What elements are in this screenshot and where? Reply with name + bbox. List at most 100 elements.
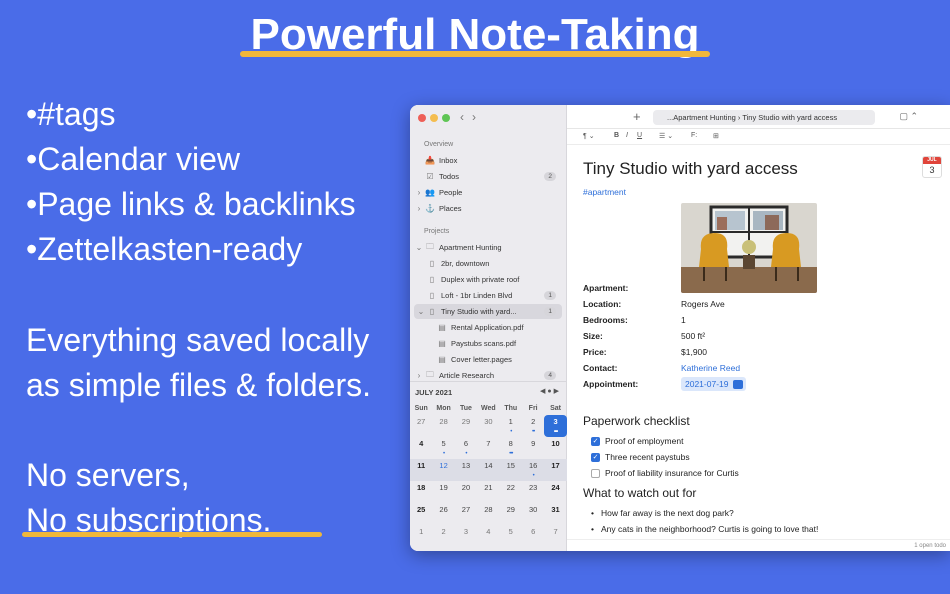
calendar-day[interactable]: 13 (454, 459, 478, 481)
calendar-day[interactable]: 2 •• (522, 415, 544, 437)
calendar-day[interactable]: 21 (477, 481, 499, 503)
checkbox-unchecked-icon[interactable] (591, 468, 600, 478)
field-value[interactable]: 500 ft² (681, 331, 705, 341)
sidebar-item-label: Paystubs scans.pdf (451, 339, 517, 348)
calendar-day[interactable]: 4 (410, 437, 432, 459)
calendar-day[interactable]: 7 (544, 525, 566, 547)
calendar-day[interactable]: 19 (432, 481, 454, 503)
checklist-item[interactable]: ✓ Three recent paystubs (591, 452, 690, 462)
appointment-date-chip[interactable]: 2021-07-19 (681, 377, 747, 391)
list-item-text: Any cats in the neighborhood? Curtis is … (601, 524, 819, 534)
list-item[interactable]: • Any cats in the neighborhood? Curtis is… (591, 524, 818, 534)
paragraph-style-button[interactable]: ¶ ⌄ (583, 132, 595, 140)
checkbox-checked-icon[interactable]: ✓ (591, 436, 600, 446)
checkbox-checked-icon[interactable]: ✓ (591, 452, 600, 462)
sidebar-item-label: Loft - 1br Linden Blvd (441, 291, 513, 300)
checklist-item[interactable]: ✓ Proof of employment (591, 436, 683, 446)
calendar-day[interactable]: 27 (410, 415, 432, 437)
table-button[interactable]: ⊞ (713, 132, 719, 140)
calendar-day[interactable]: 2 (432, 525, 454, 547)
calendar-day[interactable]: 28 (477, 503, 499, 525)
back-arrow-icon[interactable]: ‹ (460, 110, 472, 124)
sidebar-item-places[interactable]: › ⚓ Places (414, 201, 562, 216)
calendar-day[interactable]: 12 (432, 459, 455, 481)
sidebar-item-apartment-hunting[interactable]: ⌄ 🗀 Apartment Hunting (414, 240, 562, 255)
sidebar-item-todos[interactable]: ☑ Todos 2 (414, 169, 562, 184)
calendar-day[interactable]: 7 (477, 437, 499, 459)
sidebar-item-people[interactable]: › 👥 People (414, 185, 562, 200)
zoom-window-button[interactable] (442, 114, 450, 122)
calendar-day[interactable]: 18 (410, 481, 432, 503)
calendar-day[interactable]: 14 (477, 459, 500, 481)
calendar-day[interactable]: 20 (455, 481, 477, 503)
calendar-day[interactable]: 6 • (455, 437, 477, 459)
document-menu-icon[interactable]: ▢ ⌃ (899, 111, 918, 122)
calendar-day[interactable]: 23 (522, 481, 544, 503)
field-value[interactable]: 1 (681, 315, 686, 325)
sidebar-item-label: Rental Application.pdf (451, 323, 524, 332)
calendar-day[interactable]: 1 • (500, 415, 522, 437)
calendar-day[interactable]: 27 (455, 503, 477, 525)
bold-button[interactable]: B (614, 132, 619, 139)
calendar-day[interactable]: 16 • (521, 459, 545, 481)
minimize-window-button[interactable] (430, 114, 438, 122)
calendar-day[interactable]: 22 (500, 481, 522, 503)
sidebar-item-2br[interactable]: ▯ 2br, downtown (414, 256, 562, 271)
sidebar-item-loft[interactable]: ▯ Loft - 1br Linden Blvd 1 (414, 288, 562, 303)
calendar-day[interactable]: 4 (477, 525, 499, 547)
chevron-right-icon[interactable]: › (414, 204, 424, 213)
calendar-day[interactable]: 5 (500, 525, 522, 547)
breadcrumb[interactable]: ...Apartment Hunting › Tiny Studio with … (653, 110, 875, 125)
chevron-right-icon[interactable]: › (414, 188, 424, 197)
sidebar-item-inbox[interactable]: 📥 Inbox (414, 153, 562, 168)
forward-arrow-icon[interactable]: › (472, 110, 484, 124)
underline-button[interactable]: U (637, 132, 642, 139)
checklist-item[interactable]: Proof of liability insurance for Curtis (591, 468, 739, 478)
field-value[interactable]: Rogers Ave (681, 299, 725, 309)
calendar-day[interactable]: 29 (500, 503, 522, 525)
chevron-down-icon[interactable]: ⌄ (416, 307, 426, 316)
calendar-day[interactable]: 15 (499, 459, 522, 481)
close-window-button[interactable] (418, 114, 426, 122)
list-style-button[interactable]: ☰ ⌄ (659, 132, 673, 140)
calendar-day[interactable]: 10 (544, 437, 566, 459)
calendar-day[interactable]: 1 (410, 525, 432, 547)
sidebar-item-rental-application[interactable]: ▤ Rental Application.pdf (414, 320, 562, 335)
new-note-button[interactable]: + (633, 109, 641, 124)
calendar-day[interactable]: 24 (544, 481, 566, 503)
calendar-day[interactable]: 3 (455, 525, 477, 547)
calendar-day[interactable]: 8 ••• (500, 437, 522, 459)
calendar-day[interactable]: 6 (522, 525, 544, 547)
note-title[interactable]: Tiny Studio with yard access (583, 159, 798, 179)
chevron-right-icon[interactable]: › (414, 371, 424, 380)
tag-link[interactable]: #apartment (583, 187, 626, 197)
contact-link[interactable]: Katherine Reed (681, 363, 740, 373)
field-value[interactable]: $1,900 (681, 347, 707, 357)
italic-button[interactable]: I (626, 132, 628, 139)
calendar-day[interactable]: 17 (544, 459, 567, 481)
calendar-day[interactable]: 11 (410, 459, 433, 481)
sidebar-item-tiny-studio[interactable]: ⌄ ▯ Tiny Studio with yard... 1 (414, 304, 562, 319)
subscriptions-underline (22, 532, 322, 537)
calendar-day[interactable]: 25 (410, 503, 432, 525)
date-badge[interactable]: JUL 3 (922, 156, 942, 178)
list-item[interactable]: • How far away is the next dog park? (591, 508, 734, 518)
font-button[interactable]: F: (691, 132, 697, 139)
calendar-day[interactable]: 29 (455, 415, 477, 437)
calendar-day[interactable]: 9 (522, 437, 544, 459)
count-badge: 1 (544, 291, 556, 300)
calendar-day-today[interactable]: 3 ••• (544, 415, 567, 437)
calendar-day[interactable]: 30 (477, 415, 499, 437)
calendar-day[interactable]: 28 (432, 415, 454, 437)
sidebar-item-cover-letter[interactable]: ▤ Cover letter.pages (414, 352, 562, 367)
calendar-day[interactable]: 26 (432, 503, 454, 525)
calendar-day[interactable]: 5 • (432, 437, 454, 459)
calendar-day[interactable]: 30 (522, 503, 544, 525)
sidebar-item-duplex[interactable]: ▯ Duplex with private roof (414, 272, 562, 287)
next-month-icon[interactable]: ▶ (554, 388, 561, 395)
sidebar-item-label: Article Research (439, 371, 495, 380)
chevron-down-icon[interactable]: ⌄ (414, 243, 424, 252)
sidebar-item-paystubs[interactable]: ▤ Paystubs scans.pdf (414, 336, 562, 351)
field-key: Appointment: (583, 379, 639, 389)
calendar-day[interactable]: 31 (544, 503, 566, 525)
